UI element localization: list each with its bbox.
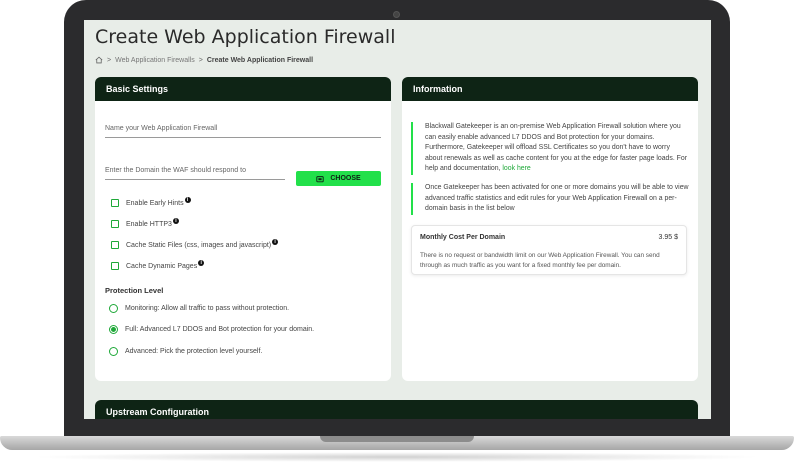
checkbox[interactable]	[111, 262, 119, 270]
cost-description: There is no request or bandwidth limit o…	[420, 252, 660, 269]
protection-full[interactable]: Full: Advanced L7 DDOS and Bot protectio…	[109, 325, 314, 334]
cost-price: 3.95 $	[658, 234, 678, 241]
upstream-card: Upstream Configuration	[95, 400, 698, 419]
info-paragraph: Blackwall Gatekeeper is an on-premise We…	[411, 122, 689, 175]
choose-button-label: CHOOSE	[330, 175, 361, 182]
option-label: Cache Static Files (css, images and java…	[126, 238, 279, 249]
radio-button[interactable]	[109, 304, 118, 313]
option-early-hints[interactable]: Enable Early Hints i	[111, 196, 191, 207]
choose-button[interactable]: CHOOSE	[296, 171, 381, 186]
laptop-shadow	[30, 452, 764, 462]
radio-label: Advanced: Pick the protection level your…	[125, 348, 263, 355]
option-label: Enable HTTP3 i	[126, 217, 179, 228]
protection-level-label: Protection Level	[105, 286, 164, 295]
information-header: Information	[402, 77, 698, 101]
folder-icon	[316, 175, 325, 182]
breadcrumb-item-wafs[interactable]: Web Application Firewalls	[115, 57, 195, 64]
checkbox[interactable]	[111, 199, 119, 207]
checkbox[interactable]	[111, 220, 119, 228]
cost-title: Monthly Cost Per Domain	[420, 234, 506, 241]
breadcrumb-item-current: Create Web Application Firewall	[206, 56, 314, 64]
option-http3[interactable]: Enable HTTP3 i	[111, 217, 179, 228]
info-icon[interactable]: i	[198, 259, 205, 266]
radio-button[interactable]	[109, 347, 118, 356]
info-icon[interactable]: i	[272, 238, 279, 245]
info-icon[interactable]: i	[184, 196, 191, 203]
upstream-header: Upstream Configuration	[95, 400, 698, 419]
domain-input[interactable]: Enter the Domain the WAF should respond …	[105, 167, 285, 180]
option-label: Enable Early Hints i	[126, 196, 191, 207]
page-title: Create Web Application Firewall	[95, 26, 396, 48]
option-cache-static[interactable]: Cache Static Files (css, images and java…	[111, 238, 279, 249]
checkbox[interactable]	[111, 241, 119, 249]
breadcrumb: > Web Application Firewalls > Create Web…	[95, 56, 313, 64]
breadcrumb-separator: >	[107, 56, 112, 64]
cost-box: Monthly Cost Per Domain 3.95 $ There is …	[411, 225, 687, 275]
information-card: Information Blackwall Gatekeeper is an o…	[402, 77, 698, 381]
help-link[interactable]: look here	[502, 165, 530, 172]
breadcrumb-separator: >	[198, 56, 203, 64]
protection-monitoring[interactable]: Monitoring: Allow all traffic to pass wi…	[109, 304, 289, 313]
protection-advanced[interactable]: Advanced: Pick the protection level your…	[109, 347, 262, 356]
radio-label: Monitoring: Allow all traffic to pass wi…	[125, 305, 290, 312]
camera-icon	[393, 11, 400, 18]
laptop-notch	[320, 436, 474, 442]
info-icon[interactable]: i	[172, 217, 179, 224]
option-label: Cache Dynamic Pages i	[126, 259, 205, 270]
waf-name-input[interactable]: Name your Web Application Firewall	[105, 125, 381, 138]
info-paragraph: Once Gatekeeper has been activated for o…	[411, 183, 689, 215]
basic-settings-card: Basic Settings Name your Web Application…	[95, 77, 391, 381]
radio-button-selected[interactable]	[109, 325, 118, 334]
home-icon[interactable]	[95, 56, 103, 64]
screen: Create Web Application Firewall > Web Ap…	[84, 20, 711, 419]
radio-label: Full: Advanced L7 DDOS and Bot protectio…	[125, 326, 315, 333]
option-cache-dynamic[interactable]: Cache Dynamic Pages i	[111, 259, 205, 270]
basic-settings-header: Basic Settings	[95, 77, 391, 101]
